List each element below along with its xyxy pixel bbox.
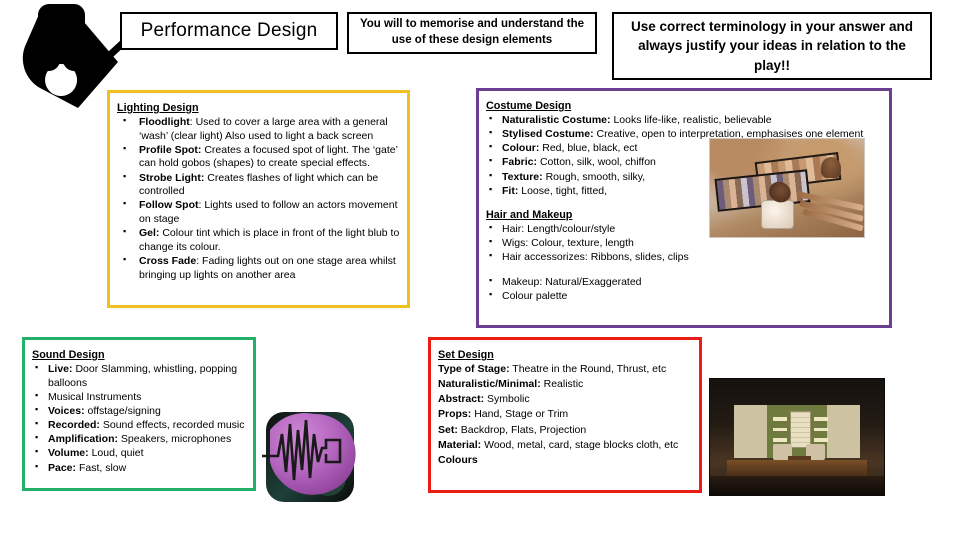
list-item-term: Gel: [139,227,160,240]
list-item-term: Colours [438,453,478,466]
list-item: Voices: offstage/signing [32,404,246,419]
list-item-text: Symbolic [487,393,530,406]
list-item: Pace: Fast, slow [32,461,246,476]
list-item: Props: Hand, Stage or Trim [438,408,692,422]
terminology-note-box: Use correct terminology in your answer a… [612,12,932,80]
list-item-term: Texture: [502,170,543,183]
makeup-list: Makeup: Natural/ExaggeratedColour palett… [486,275,882,304]
list-item-text: Loose, tight, fitted, [521,184,608,197]
memorise-note-text: You will to memorise and understand the … [359,18,585,46]
list-item-text: Sound effects, recorded music [102,419,245,432]
costume-design-heading: Costume Design [486,100,572,112]
sound-design-panel: Sound Design Live: Door Slamming, whistl… [22,337,256,491]
list-item-term: Colour: [502,142,540,155]
list-item: Live: Door Slamming, whistling, popping … [32,362,246,390]
list-item-term: Cross Fade [139,254,197,267]
sound-design-heading: Sound Design [32,349,105,361]
list-item-text: Cotton, silk, wool, chiffon [539,156,656,169]
lighting-design-heading: Lighting Design [117,102,199,114]
memorise-note-box: You will to memorise and understand the … [347,12,597,54]
set-design-panel: Set Design Type of Stage: Theatre in the… [428,337,702,493]
list-item-term: Follow Spot [139,199,199,212]
set-design-heading: Set Design [438,349,494,361]
list-item: Follow Spot: Lights used to follow an ac… [117,198,400,226]
list-item-term: Pace: [48,461,77,474]
list-item-text: Speakers, microphones [120,433,232,446]
list-item: Type of Stage: Theatre in the Round, Thr… [438,363,692,377]
list-item: Abstract: Symbolic [438,393,692,407]
list-item-term: Type of Stage: [438,363,510,376]
list-item-text: Fast, slow [78,461,127,474]
list-item-text: Realistic [543,378,584,391]
list-item: Hair accessorizes: Ribbons, slides, clip… [486,250,882,265]
list-item: Wigs: Colour, texture, length [486,236,882,251]
list-item-text: Wood, metal, card, stage blocks cloth, e… [484,438,679,451]
list-item: Volume: Loud, quiet [32,446,246,461]
list-item-term: Strobe Light: [139,171,205,184]
sound-design-list: Live: Door Slamming, whistling, popping … [32,362,246,476]
list-item-term: Live: [48,363,73,376]
list-item-text: Door Slamming, whistling, popping balloo… [48,363,238,389]
list-item: Musical Instruments [32,390,246,405]
lighting-design-list: Floodlight: Used to cover a large area w… [117,115,400,282]
set-design-lines: Type of Stage: Theatre in the Round, Thr… [438,363,692,467]
list-item-term: Props: [438,408,472,421]
list-item-term: Recorded: [48,419,100,432]
list-item-term: Stylised Costume: [502,128,594,141]
list-item-text: Red, blue, black, ect [542,142,638,155]
list-item: Naturalistic Costume: Looks life-like, r… [486,113,882,128]
list-item-text: Theatre in the Round, Thrust, etc [512,363,667,376]
list-item-term: Naturalistic Costume: [502,114,611,127]
list-item: Floodlight: Used to cover a large area w… [117,115,400,143]
list-item-term: Set: [438,423,458,436]
page-title: Performance Design [120,12,338,50]
audio-waveform-app-icon: audio-waveform-app-icon [258,400,362,512]
list-item-text: Colour tint which is place in front of t… [139,227,400,253]
list-item: Colour palette [486,289,882,304]
list-item-term: Abstract: [438,393,485,406]
page-title-text: Performance Design [140,20,318,41]
list-item-term: Floodlight [139,116,190,129]
list-item: Profile Spot: Creates a focused spot of … [117,143,400,171]
lighting-design-panel: Lighting Design Floodlight: Used to cove… [107,90,410,308]
list-item: Makeup: Natural/Exaggerated [486,275,882,290]
list-item-text: offstage/signing [87,404,161,417]
list-item-text: Musical Instruments [48,390,142,403]
list-item-term: Fit: [502,184,519,197]
list-item-term: Fabric: [502,156,538,169]
list-item: Strobe Light: Creates flashes of light w… [117,171,400,199]
list-item: Naturalistic/Minimal: Realistic [438,378,692,392]
list-item: Amplification: Speakers, microphones [32,432,246,447]
list-item-text: Looks life-like, realistic, believable [613,114,772,127]
list-item: Gel: Colour tint which is place in front… [117,226,400,254]
list-item-term: Naturalistic/Minimal: [438,378,541,391]
list-item-term: Amplification: [48,433,118,446]
list-item-term: Voices: [48,404,85,417]
list-item-term: Volume: [48,447,89,460]
list-item: Material: Wood, metal, card, stage block… [438,439,692,453]
list-item: Cross Fade: Fading lights out on one sta… [117,254,400,282]
list-item-term: Profile Spot: [139,143,202,156]
terminology-note-text: Use correct terminology in your answer a… [630,18,914,73]
stage-set-photo: theatre-set-living-room-photo [709,378,885,496]
list-item: Colours [438,454,692,468]
list-item: Set: Backdrop, Flats, Projection [438,424,692,438]
list-item: Recorded: Sound effects, recorded music [32,418,246,433]
list-item-term: Material: [438,438,482,451]
list-item-text: Hand, Stage or Trim [474,408,569,421]
list-item-text: Backdrop, Flats, Projection [460,423,587,436]
list-item-text: Rough, smooth, silky, [545,170,646,183]
list-item-text: Loud, quiet [91,447,144,460]
makeup-photo: makeup-palettes-and-brushes-photo [709,138,865,238]
